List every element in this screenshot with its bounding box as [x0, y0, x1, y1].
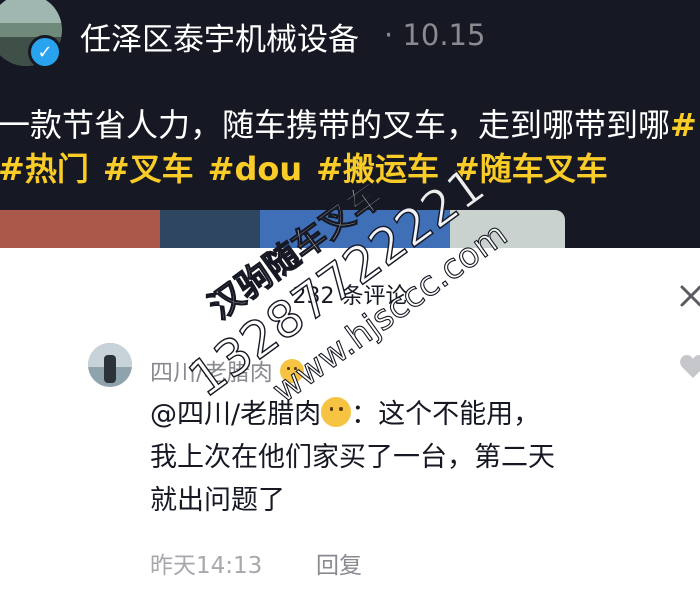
verified-icon: ✓ [28, 35, 62, 69]
like-icon[interactable] [678, 351, 700, 381]
author-name[interactable]: 任泽区泰宇机械设备 [80, 14, 359, 59]
thumbnail-part [450, 210, 565, 248]
reply-button[interactable]: 回复 [316, 546, 362, 580]
post-time-value: 10.15 [402, 18, 486, 52]
commenter-name[interactable]: 四川/老腊肉 [150, 353, 305, 387]
hashtag-link[interactable]: #叉车 [103, 150, 194, 188]
thumbnail-part [0, 210, 160, 248]
hashtag-link[interactable]: #热门 [0, 150, 89, 188]
hashtag-row: #热门 #叉车 #dou #搬运车 #随车叉车 [0, 144, 622, 190]
comment-time: 昨天14:13 [150, 553, 263, 579]
time-separator: · [384, 18, 394, 52]
comment-sheet: 232 条评论 四川/老腊肉 @四川/老腊肉 ：这个不能用， 我上次在他们家买了一… [0, 248, 700, 597]
close-icon[interactable] [674, 280, 700, 310]
video-thumbnail[interactable] [0, 210, 565, 248]
caption-text: 一款节省人力，随车携带的叉车，走到哪带到哪 [0, 106, 671, 144]
hashtag-link[interactable]: #dou [208, 150, 302, 188]
emoji-hug-icon [321, 397, 352, 427]
comment-text-part: ：这个不能用， [351, 399, 541, 430]
comment-body: @四川/老腊肉 ：这个不能用， 我上次在他们家买了一台，第二天 就出问题了 [150, 393, 670, 522]
video-post-area[interactable]: ✓ 任泽区泰宇机械设备 · 10.15 一款节省人力，随车携带的叉车，走到哪带到… [0, 0, 700, 248]
post-time: · 10.15 [384, 18, 485, 52]
caption-overflow-tag: # [670, 106, 697, 144]
comment-line: @四川/老腊肉 ：这个不能用， [150, 393, 670, 436]
comment-line: 就出问题了 [150, 485, 285, 516]
emoji-hug-icon [280, 359, 305, 383]
comment-count-title: 232 条评论 [292, 284, 408, 309]
thumbnail-part [160, 210, 260, 248]
commenter-name-text: 四川/老腊肉 [150, 360, 273, 386]
commenter-avatar[interactable] [88, 343, 132, 387]
avatar-sky [0, 0, 62, 23]
comment-line: 我上次在他们家买了一台，第二天 [150, 442, 555, 473]
thumbnail-part [260, 210, 450, 248]
comment-mention[interactable]: @四川/老腊肉 [150, 399, 321, 430]
hashtag-link[interactable]: #随车叉车 [453, 150, 608, 188]
avatar-figure [104, 355, 116, 383]
post-caption: 一款节省人力，随车携带的叉车，走到哪带到哪# [0, 100, 697, 146]
hashtag-link[interactable]: #搬运车 [316, 150, 439, 188]
